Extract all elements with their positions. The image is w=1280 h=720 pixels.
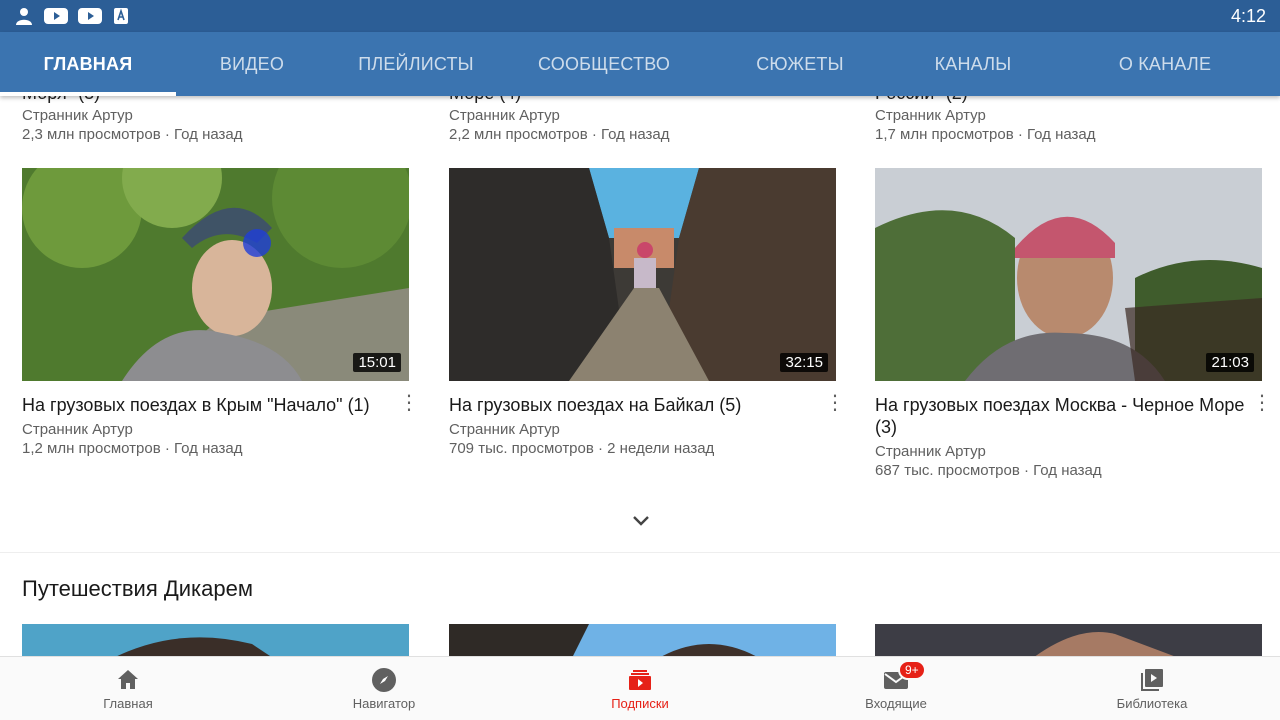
tab-community[interactable]: СООБЩЕСТВО <box>504 32 704 96</box>
video-duration: 15:01 <box>353 353 401 372</box>
nav-label: Подписки <box>611 696 669 711</box>
notification-badge: 9+ <box>898 660 926 680</box>
video-info: Странник Артур 709 тыс. просмотров · 2 н… <box>449 420 849 458</box>
tab-videos[interactable]: ВИДЕО <box>176 32 328 96</box>
thumbnail-image <box>875 168 1262 381</box>
nav-label: Главная <box>103 696 153 711</box>
video-thumbnail[interactable]: 21:03 <box>875 168 1262 381</box>
nav-label: Входящие <box>865 696 927 711</box>
tab-about[interactable]: О КАНАЛЕ <box>1050 32 1280 96</box>
thumbnail-image <box>449 624 836 656</box>
video-title[interactable]: На грузовых поездах в Крым "Начало" (1) <box>22 394 392 416</box>
more-options-icon[interactable]: ⋮ <box>397 392 421 416</box>
channel-name: Странник Артур <box>449 421 560 438</box>
video-duration: 32:15 <box>780 353 828 372</box>
section-divider <box>0 552 1280 553</box>
video-meta: 709 тыс. просмотров · 2 недели назад <box>449 440 715 457</box>
home-icon <box>114 666 142 694</box>
status-time: 4:12 <box>1230 5 1266 26</box>
keyboard-a-icon <box>114 8 128 24</box>
status-bar: 4:12 <box>0 0 1280 32</box>
thumbnail-image <box>449 168 836 381</box>
nav-home[interactable]: Главная <box>0 657 256 720</box>
tab-home[interactable]: ГЛАВНАЯ <box>0 32 176 96</box>
inbox-icon: 9+ <box>882 660 926 694</box>
channel-name: Странник Артур <box>449 107 560 124</box>
nav-explore[interactable]: Навигатор <box>256 657 512 720</box>
video-meta: 2,3 млн просмотров · Год назад <box>22 126 243 143</box>
channel-name: Странник Артур <box>22 421 133 438</box>
channel-name: Странник Артур <box>875 107 986 124</box>
nav-label: Навигатор <box>352 696 416 711</box>
video-thumbnail[interactable] <box>875 624 1262 656</box>
nav-inbox[interactable]: 9+ Входящие <box>768 657 1024 720</box>
youtube-icon <box>44 8 68 24</box>
account-icon <box>16 8 32 25</box>
youtube-icon <box>78 8 102 24</box>
prev-video-card[interactable]: России" (2) Странник Артур 1,7 млн просм… <box>875 96 1275 144</box>
prev-video-card[interactable]: Море (4) Странник Артур 2,2 млн просмотр… <box>449 96 849 144</box>
video-meta: 2,2 млн просмотров · Год назад <box>449 126 670 143</box>
video-duration: 21:03 <box>1206 353 1254 372</box>
more-options-icon[interactable]: ⋮ <box>1250 392 1274 416</box>
tab-channels[interactable]: КАНАЛЫ <box>896 32 1050 96</box>
video-title[interactable]: На грузовых поездах на Байкал (5) <box>449 394 819 416</box>
video-meta: 687 тыс. просмотров · Год назад <box>875 462 1102 479</box>
channel-name: Странник Артур <box>22 107 133 124</box>
nav-library[interactable]: Библиотека <box>1024 657 1280 720</box>
video-info: Странник Артур 1,2 млн просмотров · Год … <box>22 420 422 458</box>
nav-label: Библиотека <box>1116 696 1188 711</box>
video-title: Море (4) <box>449 96 849 104</box>
thumbnail-image <box>875 624 1262 656</box>
video-title: Моря" (3) <box>22 96 422 104</box>
thumbnail-image <box>22 168 409 381</box>
video-thumbnail[interactable]: 15:01 <box>22 168 409 381</box>
status-icons <box>14 6 130 26</box>
section-title[interactable]: Путешествия Дикарем <box>22 576 253 602</box>
channel-content: Моря" (3) Странник Артур 2,3 млн просмот… <box>0 96 1280 656</box>
bottom-navigation: Главная Навигатор Подписки 9+ Входящие Б… <box>0 656 1280 720</box>
video-info: Странник Артур 687 тыс. просмотров · Год… <box>875 442 1275 480</box>
video-thumbnail[interactable] <box>22 624 409 656</box>
tab-playlists[interactable]: ПЛЕЙЛИСТЫ <box>328 32 504 96</box>
more-options-icon[interactable]: ⋮ <box>823 392 847 416</box>
video-title: России" (2) <box>875 96 1275 104</box>
compass-icon <box>370 666 398 694</box>
prev-video-card[interactable]: Моря" (3) Странник Артур 2,3 млн просмот… <box>22 96 422 144</box>
library-icon <box>1138 666 1166 694</box>
video-meta: 1,2 млн просмотров · Год назад <box>22 440 243 457</box>
chevron-down-icon[interactable] <box>628 508 654 534</box>
video-thumbnail[interactable]: 32:15 <box>449 168 836 381</box>
channel-tabs: ГЛАВНАЯ ВИДЕО ПЛЕЙЛИСТЫ СООБЩЕСТВО СЮЖЕТ… <box>0 32 1280 96</box>
tab-stories[interactable]: СЮЖЕТЫ <box>704 32 896 96</box>
subscriptions-icon <box>626 666 654 694</box>
video-meta: 1,7 млн просмотров · Год назад <box>875 126 1096 143</box>
nav-subscriptions[interactable]: Подписки <box>512 657 768 720</box>
channel-name: Странник Артур <box>875 443 986 460</box>
video-thumbnail[interactable] <box>449 624 836 656</box>
video-title[interactable]: На грузовых поездах Москва - Черное Море… <box>875 394 1245 438</box>
thumbnail-image <box>22 624 409 656</box>
